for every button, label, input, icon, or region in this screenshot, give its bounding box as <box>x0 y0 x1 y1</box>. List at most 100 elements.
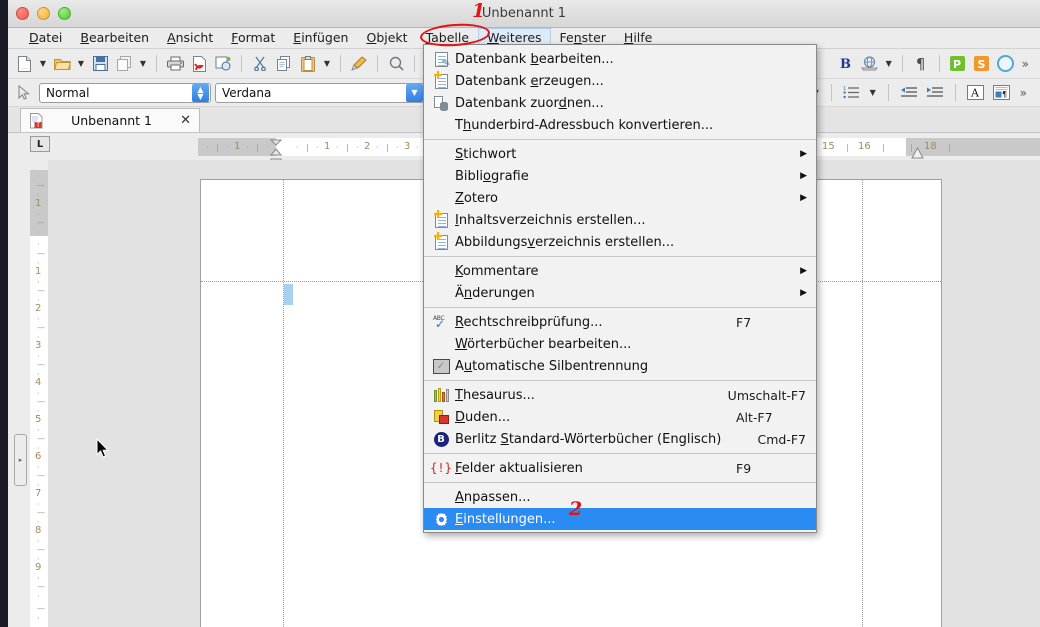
save-dropdown-icon[interactable]: ▼ <box>137 53 149 75</box>
bold-blue-b-icon[interactable]: B <box>835 53 857 75</box>
no-icon <box>430 335 452 353</box>
close-tab-icon[interactable]: ✕ <box>180 113 191 128</box>
hyperlink-globe-icon[interactable] <box>859 53 881 75</box>
menu-item-datenbank-erzeugen[interactable]: ✚ Datenbank erzeugen... <box>424 70 816 92</box>
sidebar-expand-handle[interactable]: ▸ <box>14 434 27 486</box>
window-title: Unbenannt 1 <box>481 6 567 21</box>
menu-item-abbildungsverzeichnis-erstellen[interactable]: ✚ Abbildungsverzeichnis erstellen... <box>424 231 816 253</box>
weiteres-dropdown-menu[interactable]: ✎ Datenbank bearbeiten... ✚ Datenbank er… <box>423 44 817 533</box>
svg-text:S: S <box>978 58 986 71</box>
new-document-dropdown-icon[interactable]: ▼ <box>37 53 49 75</box>
database-new-icon: ✚ <box>430 70 452 90</box>
formatting-marks-icon[interactable]: ¶ <box>910 53 932 75</box>
svg-text:1: 1 <box>843 86 846 92</box>
menu-item-automatische-silbentrennung[interactable]: ✓ Automatische Silbentrennung <box>424 355 816 377</box>
style-pointer-icon[interactable] <box>13 82 35 104</box>
clone-formatting-icon[interactable] <box>348 53 370 75</box>
menu-item-datenbank-zuordnen[interactable]: Datenbank zuordnen... <box>424 92 816 114</box>
menu-datei[interactable]: Datei <box>20 28 71 48</box>
menu-item-inhaltsverzeichnis-erstellen[interactable]: ✚ Inhaltsverzeichnis erstellen... <box>424 209 816 231</box>
duden-icon <box>430 408 452 426</box>
print-icon[interactable] <box>164 53 186 75</box>
submenu-arrow-icon: ▶ <box>800 288 807 298</box>
database-edit-icon: ✎ <box>430 50 452 69</box>
submenu-arrow-icon: ▶ <box>800 193 807 203</box>
berlitz-icon: B <box>430 430 452 448</box>
menu-item-felder-aktualisieren[interactable]: {!} Felder aktualisieren F9 <box>424 457 816 479</box>
svg-text:¶: ¶ <box>1002 90 1007 99</box>
new-document-icon[interactable]: ... <box>13 53 35 75</box>
menu-item-woerterbuecher-bearbeiten[interactable]: Wörterbücher bearbeiten... <box>424 333 816 355</box>
annotation-step-2: 2 <box>569 498 583 520</box>
menu-item-label: Einstellungen... <box>455 511 556 527</box>
menu-item-label: Thunderbird-Adressbuch konvertieren... <box>455 117 714 133</box>
paragraph-style-combo[interactable]: Normal ▲ ▼ <box>39 82 211 103</box>
paste-dropdown-icon[interactable]: ▼ <box>321 53 333 75</box>
toc-new-icon: ✚ <box>430 209 452 229</box>
save-icon[interactable] <box>89 53 111 75</box>
right-indent-marker[interactable] <box>911 144 924 159</box>
paragraph-style-stepper[interactable]: ▲ ▼ <box>192 83 209 102</box>
menu-separator <box>424 307 816 308</box>
hyperlink-dropdown-icon[interactable]: ▼ <box>883 53 895 75</box>
menu-item-zotero[interactable]: Zotero ▶ <box>424 187 816 209</box>
character-style-icon[interactable]: A <box>965 82 987 104</box>
menu-format[interactable]: Format <box>222 28 284 48</box>
menu-item-anpassen[interactable]: Anpassen... <box>424 486 816 508</box>
font-name-dropdown-icon[interactable]: ▼ <box>406 83 423 102</box>
menu-ansicht[interactable]: Ansicht <box>158 28 222 48</box>
menu-item-thesaurus[interactable]: Thesaurus... Umschalt-F7 <box>424 384 816 406</box>
list-numbered-dropdown-icon[interactable]: ▼ <box>867 82 879 104</box>
submenu-arrow-icon: ▶ <box>800 266 807 276</box>
vertical-ruler[interactable]: · — · 1 · — · · — · 1 · — · 2 · — · 3 · … <box>30 170 48 627</box>
gear-icon <box>430 510 452 528</box>
checkbox-checked-icon[interactable]: ✓ <box>430 357 452 375</box>
open-folder-icon[interactable] <box>51 53 73 75</box>
svg-text:...: ... <box>22 64 28 71</box>
menu-item-bibliografie[interactable]: Bibliografie ▶ <box>424 165 816 187</box>
menu-item-datenbank-bearbeiten[interactable]: ✎ Datenbank bearbeiten... <box>424 48 816 70</box>
menu-item-einstellungen[interactable]: Einstellungen... <box>424 508 816 530</box>
menu-einfuegen[interactable]: Einfügen <box>284 28 357 48</box>
menu-item-accelerator: Alt-F7 <box>736 409 773 425</box>
menu-item-label: Zotero <box>455 190 498 206</box>
no-icon <box>430 116 452 134</box>
menu-item-duden[interactable]: Duden... Alt-F7 <box>424 406 816 428</box>
find-replace-icon[interactable] <box>385 53 407 75</box>
spreadsheet-icon[interactable]: S <box>971 53 993 75</box>
fields-update-icon: {!} <box>430 461 452 475</box>
export-pdf-icon[interactable] <box>188 53 210 75</box>
menu-item-berlitz-standard-woerterbuecher[interactable]: B Berlitz Standard-Wörterbücher (Englisc… <box>424 428 816 450</box>
tab-stop-selector-button[interactable]: L <box>30 136 50 152</box>
horizontal-ruler-right-margin[interactable]: 18 | | <box>906 138 1040 156</box>
menu-bearbeiten[interactable]: Bearbeiten <box>71 28 158 48</box>
save-as-icon[interactable] <box>113 53 135 75</box>
books-icon <box>430 386 452 404</box>
document-tab[interactable]: T Unbenannt 1 ✕ <box>20 108 200 132</box>
menu-item-kommentare[interactable]: Kommentare ▶ <box>424 260 816 282</box>
print-preview-icon[interactable] <box>212 53 234 75</box>
paragraph-style-icon[interactable]: ¶ <box>991 82 1013 104</box>
open-recent-dropdown-icon[interactable]: ▼ <box>75 53 87 75</box>
font-name-combo[interactable]: Verdana ▼ <box>215 82 425 103</box>
paste-icon[interactable] <box>297 53 319 75</box>
decrease-indent-icon[interactable] <box>898 82 920 104</box>
toolbar-overflow-icon[interactable]: » <box>1022 57 1029 71</box>
increase-indent-icon[interactable] <box>924 82 946 104</box>
font-name-value: Verdana <box>222 85 272 100</box>
screenshot-root: Unbenannt 1 Datei Bearbeiten Ansicht For… <box>0 0 1040 627</box>
cut-icon[interactable] <box>249 53 271 75</box>
menu-item-aenderungen[interactable]: Änderungen ▶ <box>424 282 816 304</box>
list-numbered-icon[interactable]: 1 <box>841 82 863 104</box>
menu-objekt[interactable]: Objekt <box>357 28 416 48</box>
menu-item-accelerator: F7 <box>736 314 752 330</box>
menu-item-thunderbird-adressbuch-konvertieren[interactable]: Thunderbird-Adressbuch konvertieren... <box>424 114 816 136</box>
menu-item-label: Automatische Silbentrennung <box>455 358 649 374</box>
browser-compass-icon[interactable] <box>995 53 1017 75</box>
toolbar-overflow-icon[interactable]: » <box>1020 86 1027 100</box>
copy-icon[interactable] <box>273 53 295 75</box>
menu-item-rechtschreibpruefung[interactable]: ABC ✓ Rechtschreibprüfung... F7 <box>424 311 816 333</box>
paragraph-style-value: Normal <box>46 85 90 100</box>
powerpoint-icon[interactable]: P <box>947 53 969 75</box>
menu-item-stichwort[interactable]: Stichwort ▶ <box>424 143 816 165</box>
